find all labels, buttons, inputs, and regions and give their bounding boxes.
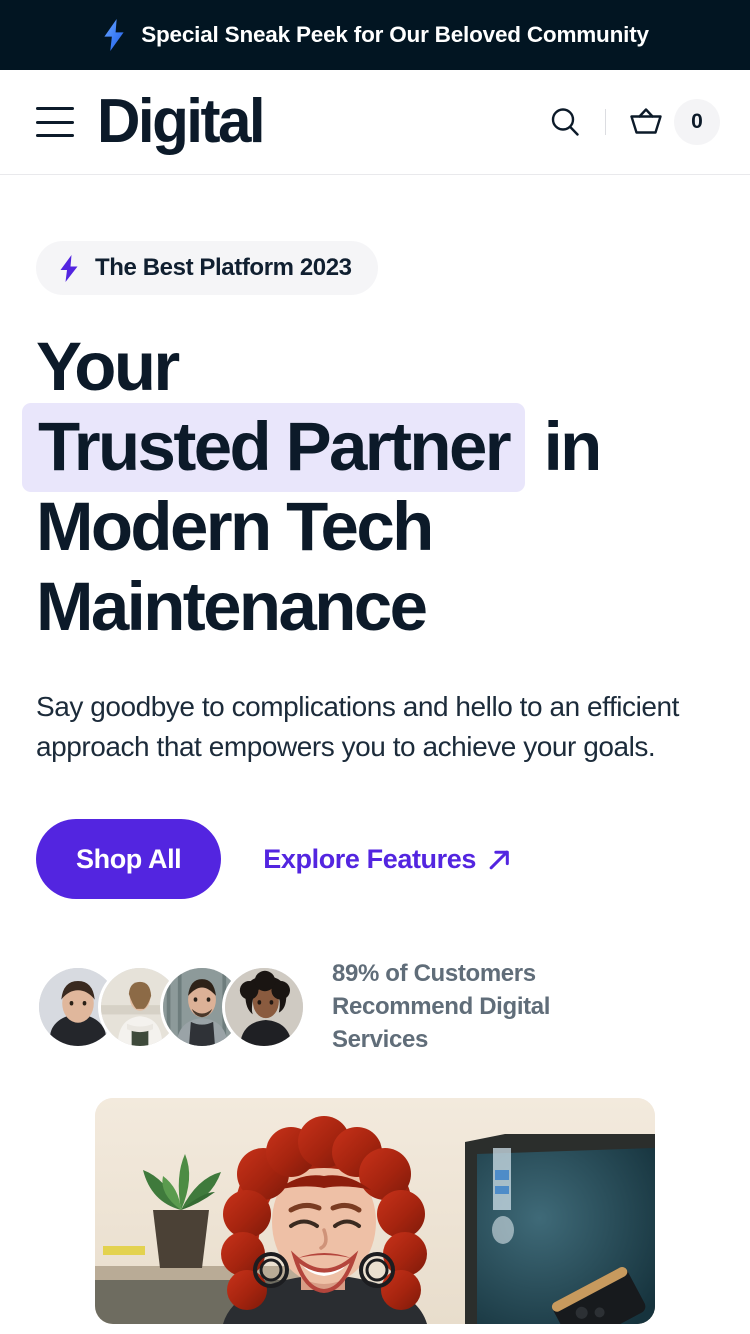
hero-section: The Best Platform 2023 Your Trusted Part…: [0, 175, 750, 1056]
hero-subtitle: Say goodbye to complications and hello t…: [36, 691, 679, 762]
hero-photo: [95, 1098, 655, 1324]
search-icon: [551, 108, 579, 136]
announcement-bar: Special Sneak Peek for Our Beloved Commu…: [0, 0, 750, 70]
page-title: Your Trusted Partner in Modern Tech Main…: [22, 327, 714, 647]
search-button[interactable]: [539, 96, 591, 148]
customer-avatar-4: [222, 964, 306, 1049]
explore-features-label: Explore Features: [263, 843, 476, 874]
site-logo[interactable]: Digital: [97, 91, 266, 153]
status-badge: The Best Platform 2023: [36, 241, 378, 295]
site-header: Digital 0: [0, 70, 750, 175]
avatar-group: [36, 964, 306, 1049]
status-badge-label: The Best Platform 2023: [95, 254, 352, 281]
social-proof-text: 89% of Customers Recommend Digital Servi…: [332, 960, 551, 1053]
header-divider: [605, 109, 606, 135]
explore-features-link[interactable]: Explore Features: [263, 844, 512, 875]
lightning-bolt-icon: [104, 19, 124, 51]
arrow-up-right-icon: [489, 850, 509, 869]
hero-cta-row: Shop All Explore Features: [36, 819, 714, 899]
shop-all-button[interactable]: Shop All: [36, 819, 222, 899]
announcement-text: Special Sneak Peek for Our Beloved Commu…: [141, 22, 649, 47]
page-title-line2-tail: in: [543, 408, 603, 485]
cart-button[interactable]: [620, 96, 672, 148]
cart-count-badge[interactable]: 0: [674, 99, 720, 145]
page-title-highlight: Trusted Partner: [22, 403, 525, 492]
page-title-line3: Modern Tech Maintenance: [36, 488, 434, 645]
social-proof: 89% of Customers Recommend Digital Servi…: [36, 957, 714, 1056]
lightning-bolt-icon: [60, 254, 78, 282]
basket-icon: [630, 108, 662, 134]
hamburger-menu-icon[interactable]: [36, 107, 74, 137]
header-actions: 0: [539, 96, 720, 148]
page-title-line1: Your: [36, 328, 180, 405]
hero-image: [95, 1098, 655, 1324]
